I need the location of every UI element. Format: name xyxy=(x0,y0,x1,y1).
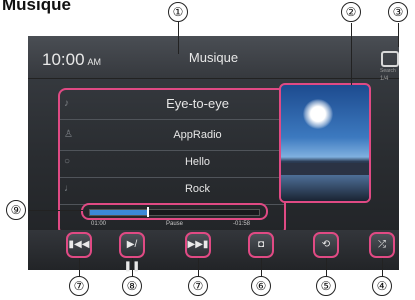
track-number: 1/4 xyxy=(380,76,389,82)
genre-name: Rock xyxy=(184,183,211,195)
callout-9: ⑨ xyxy=(6,200,26,220)
genre-row[interactable]: ♩ Rock xyxy=(60,177,284,205)
progress-bar[interactable] xyxy=(81,203,268,220)
ridge-graphic xyxy=(281,163,369,175)
leader-line-6 xyxy=(261,258,262,278)
callout-4: ④ xyxy=(372,276,392,296)
callout-3: ③ xyxy=(388,2,408,22)
album-artwork[interactable] xyxy=(279,83,371,203)
leader-line-5 xyxy=(326,258,327,278)
progress-knob[interactable] xyxy=(147,207,150,217)
callout-2: ② xyxy=(341,2,361,22)
leader-line-9 xyxy=(28,210,83,211)
song-title: Eye-to-eye xyxy=(166,96,229,111)
elapsed-time: 01:00 xyxy=(91,221,107,227)
progress-track xyxy=(89,207,260,217)
artist-row[interactable]: ♙ AppRadio xyxy=(60,123,284,151)
next-track-button[interactable]: ▶▶▮ xyxy=(185,232,211,258)
leader-line-2 xyxy=(351,23,352,85)
album-row[interactable]: ○ Hello xyxy=(60,150,284,178)
remaining-time: -01:58 xyxy=(233,221,251,227)
callout-7-left: ⑦ xyxy=(69,276,89,296)
screen-title: Musique xyxy=(188,50,239,65)
water-graphic xyxy=(281,175,369,201)
album-name: Hello xyxy=(184,156,211,168)
display-mode-button[interactable]: ◘ xyxy=(248,232,274,258)
repeat-button[interactable]: ⟲ xyxy=(313,232,339,258)
guitar-icon: ♩ xyxy=(64,183,74,194)
leader-line-4 xyxy=(382,258,383,278)
shuffle-button[interactable]: ⤮ xyxy=(369,232,395,258)
page-heading: Musique xyxy=(2,0,71,14)
search-icon[interactable] xyxy=(381,51,399,67)
disc-icon: ○ xyxy=(64,156,71,167)
sun-graphic xyxy=(303,99,333,129)
leader-line-3 xyxy=(398,23,399,47)
artist-name: AppRadio xyxy=(173,129,222,141)
callout-6: ⑥ xyxy=(251,276,271,296)
leader-line-1 xyxy=(178,22,179,54)
leader-line-7a xyxy=(79,258,80,278)
person-icon: ♙ xyxy=(64,129,73,140)
playback-state: Pause xyxy=(166,221,184,227)
progress-fill xyxy=(90,210,148,215)
callout-1: ① xyxy=(168,2,188,22)
leader-line-7b xyxy=(198,258,199,278)
leader-line-8 xyxy=(132,258,133,278)
song-row[interactable]: ♪ Eye-to-eye xyxy=(60,92,284,120)
music-note-icon: ♪ xyxy=(64,98,69,109)
callout-7-right: ⑦ xyxy=(188,276,208,296)
previous-track-button[interactable]: ▮◀◀ xyxy=(66,232,92,258)
callout-5: ⑤ xyxy=(316,276,336,296)
top-bar: 10:00 AM Musique Search xyxy=(28,36,399,79)
callout-8: ⑧ xyxy=(122,276,142,296)
play-pause-button[interactable]: ▶/❚❚ xyxy=(119,232,145,272)
search-label: Search xyxy=(380,68,396,74)
